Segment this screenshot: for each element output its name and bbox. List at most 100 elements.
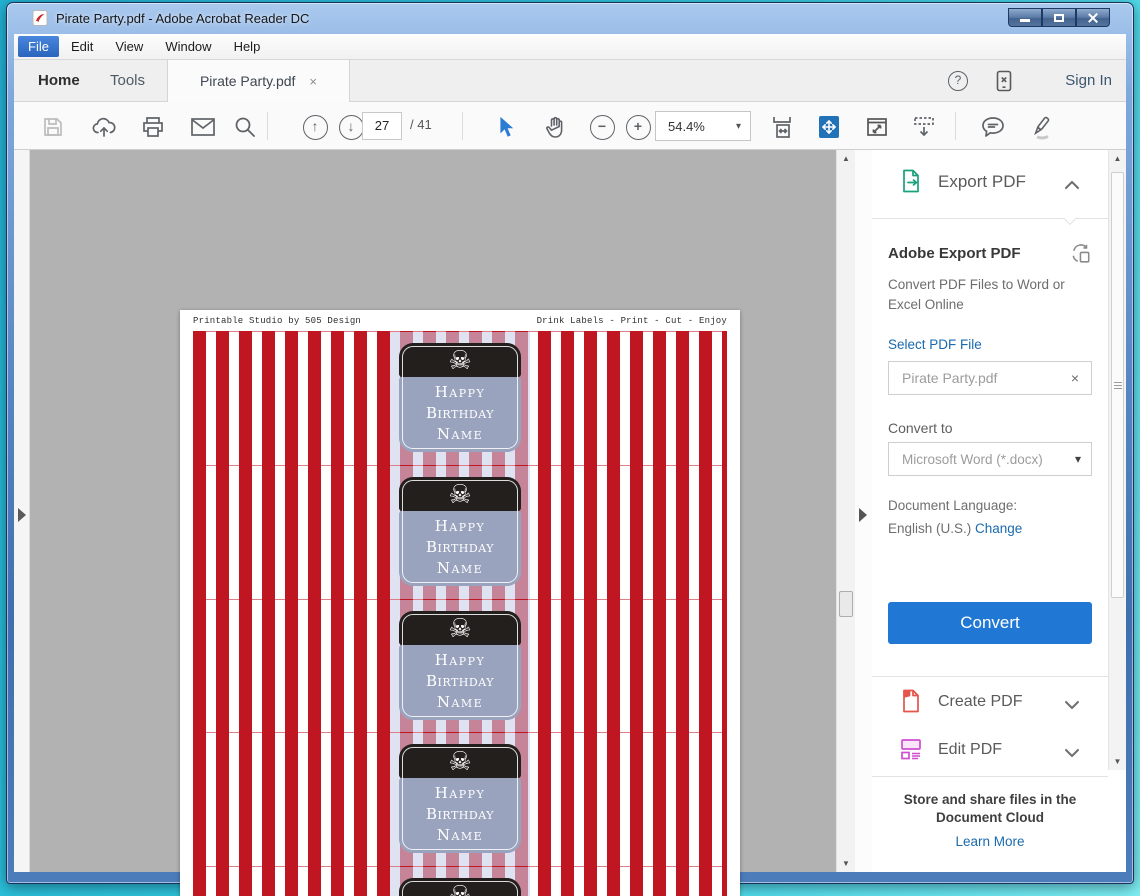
tab-bar: Home Tools Pirate Party.pdf × ? Sign In xyxy=(14,60,1126,102)
label-row: ☠ Happy Birthday Name xyxy=(193,465,727,600)
create-pdf-icon xyxy=(898,688,924,719)
zoom-level-value: 54.4% xyxy=(668,118,705,134)
print-button[interactable] xyxy=(140,114,166,140)
chevron-down-icon[interactable] xyxy=(1064,745,1080,763)
scroll-down-icon[interactable]: ▼ xyxy=(837,859,855,868)
mobile-app-icon[interactable] xyxy=(994,69,1014,98)
label-row: ☠ Happy Birthday Name xyxy=(193,867,727,896)
arrow-down-icon: ↓ xyxy=(338,114,364,140)
document-area[interactable]: Printable Studio by 505 Design Drink Lab… xyxy=(30,150,836,896)
format-value: Microsoft Word (*.docx) xyxy=(902,451,1043,467)
scroll-up-icon[interactable]: ▲ xyxy=(837,154,855,163)
toolbar-separator xyxy=(267,112,268,140)
document-scrollbar-thumb[interactable] xyxy=(839,591,853,617)
chevron-up-icon[interactable] xyxy=(1064,177,1080,195)
fit-width-button[interactable] xyxy=(769,114,795,140)
menu-help[interactable]: Help xyxy=(224,36,271,57)
convert-button[interactable]: Convert xyxy=(888,602,1092,644)
skull-crossbones-icon: ☠ xyxy=(448,881,471,896)
hide-toolbar-button[interactable] xyxy=(911,114,937,140)
maximize-button[interactable] xyxy=(1042,8,1076,27)
badge-skull-section: ☠ xyxy=(399,744,521,779)
label-line-name: Name xyxy=(436,558,484,577)
selected-file-field[interactable]: Pirate Party.pdf × xyxy=(888,361,1092,395)
badge-text-section: Happy Birthday Name xyxy=(399,778,521,854)
select-tool-button[interactable] xyxy=(492,114,518,140)
zoom-out-button[interactable]: − xyxy=(589,114,615,140)
share-upload-button[interactable] xyxy=(91,114,117,140)
edit-pdf-icon xyxy=(898,736,924,767)
badge-skull-section: ☠ xyxy=(399,610,521,645)
zoom-level-dropdown[interactable]: 54.4% ▾ xyxy=(655,111,751,141)
format-dropdown[interactable]: Microsoft Word (*.docx) ▾ xyxy=(888,442,1092,476)
label-line-name: Name xyxy=(436,425,484,443)
label-line-birthday: Birthday xyxy=(426,537,494,556)
pdf-page: Printable Studio by 505 Design Drink Lab… xyxy=(180,310,740,896)
chevron-down-icon[interactable] xyxy=(1064,697,1080,715)
skull-crossbones-icon: ☠ xyxy=(448,346,472,376)
convert-files-mini-icon xyxy=(1070,242,1092,269)
menu-edit[interactable]: Edit xyxy=(61,36,103,57)
tab-tools[interactable]: Tools xyxy=(102,60,153,102)
label-line-name: Name xyxy=(436,692,484,711)
label-line-name: Name xyxy=(436,826,484,845)
selected-file-name: Pirate Party.pdf xyxy=(902,370,998,386)
search-icon[interactable] xyxy=(232,114,258,140)
panel-scrollbar-thumb[interactable] xyxy=(1111,172,1124,598)
badge-text-section: Happy Birthday Name xyxy=(399,644,521,720)
scroll-up-icon[interactable]: ▲ xyxy=(1109,154,1126,163)
next-page-button[interactable]: ↓ xyxy=(338,114,364,140)
minimize-icon xyxy=(1020,19,1030,22)
full-screen-button[interactable] xyxy=(864,114,890,140)
save-button[interactable] xyxy=(40,114,66,140)
sign-in-button[interactable]: Sign In xyxy=(1065,60,1112,102)
email-button[interactable] xyxy=(190,114,216,140)
export-pdf-header[interactable]: Export PDF xyxy=(938,172,1026,192)
menu-view[interactable]: View xyxy=(105,36,153,57)
toolbar-separator xyxy=(955,112,956,140)
label-line-happy: Happy xyxy=(434,784,486,803)
document-scrollbar[interactable]: ▲ ▼ xyxy=(836,150,855,872)
menu-file[interactable]: File xyxy=(18,36,59,57)
previous-page-button[interactable]: ↑ xyxy=(302,114,328,140)
minimize-button[interactable] xyxy=(1008,8,1042,27)
tab-home[interactable]: Home xyxy=(30,60,88,102)
help-icon[interactable]: ? xyxy=(948,71,968,91)
select-pdf-file-link[interactable]: Select PDF File xyxy=(888,337,982,352)
toolbar-separator xyxy=(462,112,463,140)
label-line-birthday: Birthday xyxy=(426,404,494,422)
language-value: English (U.S.) xyxy=(888,521,972,536)
fit-page-button[interactable] xyxy=(816,114,842,140)
export-description: Convert PDF Files to Word or Excel Onlin… xyxy=(888,277,1065,312)
menu-window[interactable]: Window xyxy=(155,36,221,57)
label-row: ☠ Happy Birthday Name xyxy=(193,733,727,868)
learn-more-label[interactable]: Learn More xyxy=(955,834,1024,849)
pdf-file-icon xyxy=(32,10,48,26)
badge-skull-section: ☠ xyxy=(399,878,521,896)
clear-file-icon[interactable]: × xyxy=(1071,370,1079,386)
create-pdf-row[interactable]: Create PDF xyxy=(938,693,1022,711)
comment-button[interactable] xyxy=(980,114,1006,140)
panel-divider xyxy=(872,676,1108,677)
zoom-in-button[interactable]: + xyxy=(625,114,651,140)
tab-document[interactable]: Pirate Party.pdf × xyxy=(167,60,350,102)
window-controls xyxy=(1008,8,1110,27)
badge-skull-section: ☠ xyxy=(399,476,521,511)
highlight-pen-button[interactable] xyxy=(1028,114,1054,140)
tab-close-icon[interactable]: × xyxy=(309,74,317,89)
scroll-down-icon[interactable]: ▼ xyxy=(1109,757,1126,766)
titlebar[interactable]: Pirate Party.pdf - Adobe Acrobat Reader … xyxy=(6,2,1134,34)
hand-tool-button[interactable] xyxy=(542,114,568,140)
skull-crossbones-icon: ☠ xyxy=(448,747,472,778)
label-line-happy: Happy xyxy=(434,650,486,669)
drink-label-badge: ☠ Happy Birthday Name xyxy=(399,744,521,854)
edit-pdf-row[interactable]: Edit PDF xyxy=(938,741,1002,759)
skull-crossbones-icon: ☠ xyxy=(448,613,472,644)
change-language-link[interactable]: Change xyxy=(975,521,1022,536)
page-number-input[interactable]: 27 xyxy=(362,112,402,140)
collapse-panel-icon[interactable] xyxy=(859,508,867,522)
badge-text-section: Happy Birthday Name xyxy=(399,510,521,586)
open-navigation-pane-icon[interactable] xyxy=(18,508,26,522)
panel-scrollbar[interactable]: ▲ ▼ xyxy=(1108,150,1126,770)
close-button[interactable] xyxy=(1076,8,1110,27)
